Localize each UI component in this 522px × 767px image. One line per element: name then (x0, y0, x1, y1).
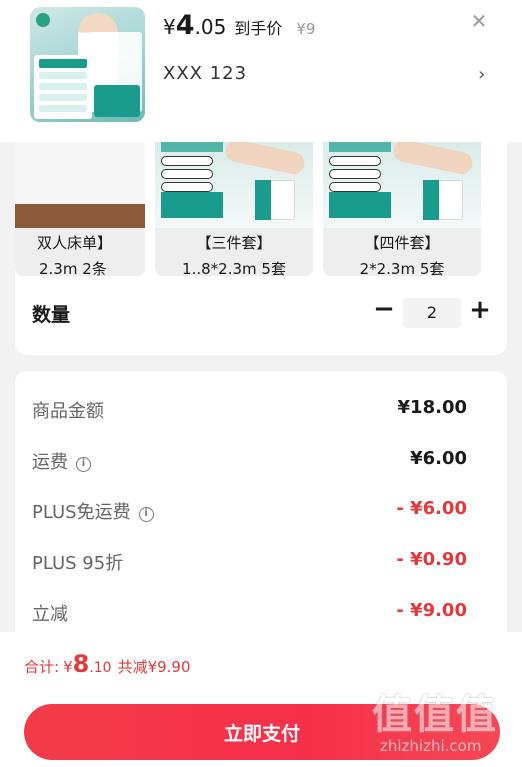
price-summary-card: 商品金额 ¥18.00 运费 i ¥6.00 PLUS免运费 i - ¥6.00 P… (15, 371, 507, 633)
option-name: 【三件套】 (196, 234, 272, 252)
brand-logo-icon (36, 13, 50, 27)
price-decimal: .05 (194, 15, 227, 39)
original-price: ¥9 (296, 20, 316, 38)
package-graphic (94, 85, 140, 117)
quantity-minus-button[interactable]: − (373, 296, 395, 322)
options-card: 双人床单】 2.3m 2条 【三件套】 1..8*2.3m 5套 【四件套】 2… (15, 142, 507, 355)
option-card-double-sheet[interactable]: 双人床单】 2.3m 2条 (15, 142, 145, 276)
info-icon[interactable]: i (76, 457, 91, 472)
option-image (15, 142, 145, 228)
site-watermark: 值值值 zhizhizhi.com (372, 682, 522, 767)
quantity-label: 数量 (32, 304, 71, 326)
summary-value: - ¥6.00 (396, 498, 467, 519)
total-saved: 共减¥9.90 (117, 658, 191, 676)
chevron-right-icon[interactable]: › (478, 64, 485, 85)
summary-label: 立减 (32, 604, 68, 625)
quantity-plus-button[interactable]: + (469, 297, 491, 323)
summary-value: - ¥9.00 (396, 600, 467, 621)
summary-row-instant-discount: 立减 - ¥9.00 (15, 600, 507, 630)
summary-row-shipping: 运费 i ¥6.00 (15, 448, 507, 478)
option-name: 【四件套】 (364, 234, 440, 252)
option-size: 2*2.3m 5套 (359, 260, 445, 276)
summary-row-plus-discount: PLUS 95折 - ¥0.90 (15, 549, 507, 579)
price-symbol: ¥ (163, 15, 176, 39)
summary-label-wrap: PLUS免运费 i (32, 498, 154, 524)
summary-label: PLUS免运费 (32, 502, 131, 523)
total-decimal: .10 (89, 660, 112, 676)
option-image (323, 142, 481, 228)
total-label: 合计: (24, 658, 60, 676)
option-card-four-piece[interactable]: 【四件套】 2*2.3m 5套 (323, 142, 481, 276)
close-icon[interactable]: ✕ (470, 11, 488, 31)
summary-label: 运费 (32, 452, 68, 473)
info-icon[interactable]: i (138, 507, 154, 522)
option-card-three-piece[interactable]: 【三件套】 1..8*2.3m 5套 (155, 142, 313, 276)
product-thumbnail (30, 7, 145, 122)
watermark-url: zhizhizhi.com (380, 737, 482, 755)
option-size: 1..8*2.3m 5套 (182, 260, 286, 276)
option-image (155, 142, 313, 228)
price-tag: 到手价 (234, 19, 283, 38)
option-name: 双人床单】 (37, 234, 113, 252)
quantity-input[interactable]: 2 (403, 298, 461, 328)
price-integer: 4 (175, 10, 195, 41)
summary-label-wrap: 运费 i (32, 448, 91, 474)
summary-row-goods: 商品金额 ¥18.00 (15, 397, 507, 427)
delivery-address[interactable]: XXX 123 (163, 63, 247, 84)
watermark-logo: 值值值 (372, 692, 498, 738)
product-header: ¥ 4 .05 到手价 ¥9 ✕ XXX 123 › (0, 0, 522, 142)
price-row: ¥ 4 .05 到手价 ¥9 (163, 10, 315, 41)
summary-row-plus-free-shipping: PLUS免运费 i - ¥6.00 (15, 498, 507, 528)
option-size: 2.3m 2条 (39, 260, 107, 276)
summary-value: ¥18.00 (397, 397, 467, 418)
product-box-graphic (34, 55, 92, 119)
summary-label: 商品金额 (32, 401, 104, 422)
summary-label: PLUS 95折 (32, 553, 124, 574)
total-symbol: ¥ (63, 658, 73, 676)
summary-value: - ¥0.90 (396, 549, 467, 570)
order-total: 合计: ¥ 8 .10 共减¥9.90 (24, 650, 191, 678)
total-integer: 8 (72, 650, 90, 678)
summary-value: ¥6.00 (410, 448, 467, 469)
